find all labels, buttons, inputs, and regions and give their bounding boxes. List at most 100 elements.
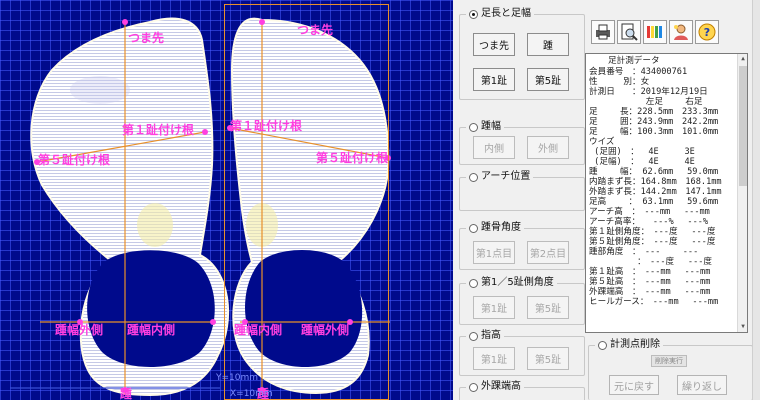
label-heel-inner-right: 踵幅内側 [234,323,283,337]
report-line: 性 別：女 [589,77,650,87]
group-heel-bone: 踵骨角度 第1点目 第2点目 [459,222,585,270]
group-delete: 計測点削除 削除実行 元に戻す 繰り返し [588,339,753,400]
label-heel-inner-left: 踵幅内側 [127,323,176,337]
report-line: 計測日 ：2019年12月19日 [589,87,708,97]
radio-arch[interactable] [469,172,478,182]
radio-heel-bone[interactable] [469,223,478,233]
group-heel-bone-label: 踵骨角度 [481,222,521,233]
scroll-up-icon[interactable]: ▲ [738,54,747,64]
left-toe1-point[interactable] [202,129,208,135]
label-toe-root-5-left: 第５趾付け根 [38,153,111,167]
left-toe-point[interactable] [122,19,128,25]
report-line: 踵 幅： 62.6mm 59.0mm [589,167,719,177]
label-heel-outer-right: 踵幅外側 [301,323,350,337]
toe-height-first-button[interactable]: 第1趾 [473,347,515,370]
group-toe-height-title[interactable]: 指高 [466,330,504,342]
redo-button[interactable]: 繰り返し [677,375,727,395]
report-line: 外踝端高 ： ---mm ---mm [589,287,711,297]
scrollbar-thumb[interactable] [739,66,747,186]
report-line: 内踏まず長：164.8mm 168.1mm [589,177,722,187]
report-line: 左足 右足 [589,97,703,107]
toe-angle-first-button[interactable]: 第1趾 [473,296,515,319]
inner-button[interactable]: 内側 [473,136,515,159]
report-line: (足囲) ： 4E 3E [589,147,695,157]
printer-icon[interactable] [591,20,615,44]
outer-button[interactable]: 外側 [527,136,569,159]
svg-text:?: ? [704,26,710,39]
help-icon[interactable]: ? [695,20,719,44]
group-length-width: 足長と足幅 つま先 踵 第1趾 第5趾 [459,8,585,100]
report-line: アーチ高 ： ---mm ---mm [589,207,710,217]
left-arch-shading [137,203,173,247]
fifth-toe-button[interactable]: 第5趾 [527,68,569,91]
label-toe-left: つま先 [128,31,165,45]
report-line: アーチ高率： ---% ---% [589,217,709,227]
delete-exec-button[interactable]: 削除実行 [651,355,687,367]
report-line: ヒールガース： ---mm ---mm [589,297,719,307]
radio-toe-height[interactable] [469,331,478,341]
group-ankle-title[interactable]: 外踝端高 [466,381,524,393]
label-heel-outer-left: 踵幅外側 [55,323,104,337]
point2-button[interactable]: 第2点目 [527,241,569,264]
preview-icon[interactable] [617,20,641,44]
label-heel-left: 踵 [120,387,133,400]
report-title: 足計測データ [608,56,660,66]
user-age-icon[interactable] [669,20,693,44]
first-toe-button[interactable]: 第1趾 [473,68,515,91]
toe-button[interactable]: つま先 [473,33,515,56]
group-arch: アーチ位置 [459,171,585,211]
panel-splitter[interactable] [752,0,760,400]
group-ankle: 外踝端高 [459,381,585,400]
group-heel-width-title[interactable]: 踵幅 [466,121,504,133]
report-line: 足 幅：100.3mm 101.0mm [589,127,719,137]
toe-height-fifth-button[interactable]: 第5趾 [527,347,569,370]
radio-heel-width[interactable] [469,122,478,132]
report-line: 足 囲：243.9mm 242.2mm [589,117,719,127]
label-toe-root-5-right: 第５趾付け根 [316,151,389,165]
report-line: 外踏まず長：144.2mm 147.1mm [589,187,722,197]
report-line: 足高 ： 63.1mm 59.6mm [589,197,719,207]
radio-delete[interactable] [598,340,607,350]
y-scale-label: Y=10mm [216,373,259,383]
group-delete-title[interactable]: 計測点削除 [595,339,663,351]
label-toe-root-1-right: 第１趾付け根 [230,119,303,133]
group-ankle-label: 外踝端高 [481,381,521,392]
radio-toe-angle[interactable] [469,278,478,288]
group-toe-height: 指高 第1趾 第5趾 [459,330,585,376]
label-toe-root-1-left: 第１趾付け根 [122,123,195,137]
group-toe-angle-label: 第1／5趾側角度 [481,277,554,288]
control-panel: ? 足長と足幅 つま先 踵 第1趾 第5趾 踵幅 内側 外側 アーチ位置 踵骨角… [453,0,760,400]
report-line: 第１趾高 ： ---mm ---mm [589,267,711,277]
measurement-report[interactable]: 足計測データ 会員番号 ：434000761 性 別：女 計測日 ：2019年1… [585,53,748,333]
report-line: 会員番号 ：434000761 [589,67,688,77]
radio-ankle[interactable] [469,382,478,392]
report-line: 第５趾側角度： ---度 ---度 [589,237,716,247]
group-delete-label: 計測点削除 [610,339,660,350]
radio-length-width[interactable] [469,9,478,19]
report-line: ： ---度 ---度 [589,257,713,267]
heel-button[interactable]: 踵 [527,33,569,56]
left-toe-shading [70,76,130,104]
group-toe-height-label: 指高 [481,330,501,341]
group-arch-label: アーチ位置 [481,171,531,182]
report-scrollbar[interactable]: ▲ ▼ [737,54,747,332]
group-toe-angle-title[interactable]: 第1／5趾側角度 [466,277,557,289]
group-length-width-label: 足長と足幅 [481,8,531,19]
point1-button[interactable]: 第1点目 [473,241,515,264]
left-heel-inner-point[interactable] [210,319,216,325]
scroll-down-icon[interactable]: ▼ [738,322,747,332]
group-length-width-title[interactable]: 足長と足幅 [466,8,534,20]
color-palette-icon[interactable] [643,20,667,44]
toe-angle-fifth-button[interactable]: 第5趾 [527,296,569,319]
foot-scan-canvas[interactable]: つま先 つま先 第１趾付け根 第１趾付け根 第５趾付け根 第５趾付け根 踵幅外側… [0,0,453,400]
undo-button[interactable]: 元に戻す [609,375,659,395]
x-scale-label: X=10mm [230,389,273,399]
group-heel-width: 踵幅 内側 外側 [459,121,585,165]
group-heel-bone-title[interactable]: 踵骨角度 [466,222,524,234]
group-toe-angle: 第1／5趾側角度 第1趾 第5趾 [459,277,585,325]
report-line: 足 長：228.5mm 233.3mm [589,107,719,117]
group-arch-title[interactable]: アーチ位置 [466,171,534,183]
report-line: 踵部角度 ： --- --- [589,247,699,257]
report-line: 第５趾高 ： ---mm ---mm [589,277,711,287]
report-line: (足幅) ： 4E 4E [589,157,695,167]
